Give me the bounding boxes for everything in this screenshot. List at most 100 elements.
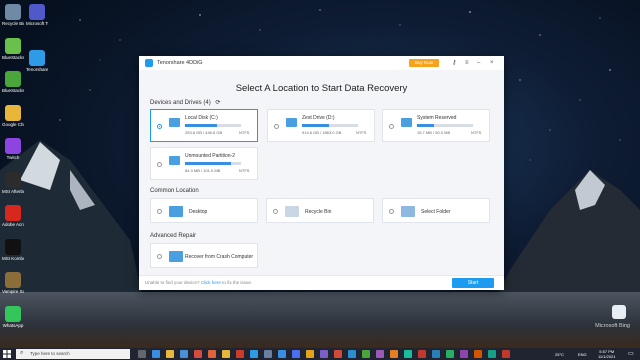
4ddig-icon — [29, 50, 45, 66]
menu-icon[interactable]: ≡ — [465, 59, 469, 67]
key-icon[interactable]: ⚷ — [452, 59, 456, 67]
minimize-icon[interactable]: – — [477, 59, 480, 67]
app-icon-5[interactable] — [292, 350, 300, 358]
app-icon-6[interactable] — [306, 350, 314, 358]
app-icon-9[interactable] — [348, 350, 356, 358]
hard-drive-icon — [401, 118, 412, 127]
desktop-shortcut[interactable]: MSI Afterburner — [2, 171, 24, 194]
location-radio[interactable] — [273, 209, 278, 214]
app-icon-12[interactable] — [390, 350, 398, 358]
drive-usage-bar — [302, 124, 358, 127]
desktop-shortcut-label: Twitch — [6, 155, 20, 160]
app-icon-7[interactable] — [320, 350, 328, 358]
office-icon[interactable] — [194, 350, 202, 358]
footer: Unable to find your device? Click here t… — [139, 275, 504, 290]
app-icon-20[interactable] — [502, 350, 510, 358]
notification-icon[interactable]: ▭ — [628, 350, 634, 357]
page-title: Select A Location to Start Data Recovery — [235, 83, 408, 94]
location-radio[interactable] — [389, 209, 394, 214]
repair-radio[interactable] — [157, 254, 162, 259]
app-icon-11[interactable] — [376, 350, 384, 358]
drive-name: Unmounted Partition-2 — [185, 153, 236, 159]
app-icon-4[interactable] — [278, 350, 286, 358]
drive-radio[interactable] — [274, 124, 279, 129]
app-icon-3[interactable] — [264, 350, 272, 358]
desktop-shortcut[interactable]: BlueStacks 5 — [2, 37, 24, 60]
app-icon-10[interactable] — [362, 350, 370, 358]
location-name: Recycle Bin — [305, 209, 332, 215]
desktop-shortcut[interactable]: Recycle Bin — [2, 4, 24, 26]
desktop-shortcut-label: Recycle Bin — [2, 21, 24, 26]
desktop-shortcut[interactable]: MSI Kombustor — [2, 238, 24, 261]
app-icon-15[interactable] — [432, 350, 440, 358]
support-assistant-icon[interactable] — [612, 305, 626, 319]
start-button[interactable]: Start — [452, 278, 494, 288]
app-logo-icon — [145, 59, 153, 67]
desktop-shortcut-label: MSI Afterburner — [2, 188, 24, 194]
store-icon[interactable] — [180, 350, 188, 358]
drive-radio[interactable] — [389, 124, 394, 129]
app-icon-17[interactable] — [460, 350, 468, 358]
desktop-shortcut[interactable]: BlueStacks 5 Multi-Insta... — [2, 71, 24, 93]
location-name: Desktop — [189, 209, 208, 215]
weather-temp[interactable]: 25°C — [555, 352, 564, 357]
file-explorer-icon[interactable] — [166, 350, 174, 358]
desktop-shortcut-label: Vampire Survivors — [2, 289, 24, 294]
desktop-shortcut-label: MSI Kombustor — [2, 255, 24, 261]
taskbar-search[interactable]: ⌕ Type here to search — [16, 349, 130, 359]
desktop-shortcut-label: Adobe Acrobat DC — [2, 222, 24, 227]
language-indicator[interactable]: ENG — [578, 352, 587, 357]
common-location-card[interactable]: Select Folder — [382, 198, 490, 223]
app-icon-18[interactable] — [474, 350, 482, 358]
drive-usage-bar — [185, 124, 241, 127]
app-icon-14[interactable] — [418, 350, 426, 358]
crash-computer-icon — [169, 251, 183, 262]
drive-card[interactable]: Zest Drive (D:) 914.6 GB / 1863.0 GB NTFS — [267, 109, 375, 142]
desktop-shortcut[interactable]: Microsoft Teams — [26, 4, 48, 26]
buy-now-button[interactable]: Buy Now — [409, 59, 439, 67]
4ddig-taskbar-icon[interactable] — [250, 350, 258, 358]
drive-usage-fill — [417, 124, 435, 127]
drive-filesystem: NTFS — [239, 168, 250, 173]
app-icon-2[interactable] — [236, 350, 244, 358]
hard-drive-icon — [286, 118, 297, 127]
clock[interactable]: 5:57 PM 11/1/2021 — [598, 349, 616, 359]
fix-issue-link[interactable]: Click here — [201, 280, 221, 285]
location-radio[interactable] — [157, 209, 162, 214]
drive-card[interactable]: Unmounted Partition-2 84.3 MB / 101.0 MB N… — [150, 147, 258, 180]
advanced-repair-card[interactable]: Recover from Crash Computer — [150, 243, 258, 268]
bluestacks-multi-icon — [5, 71, 21, 87]
drive-card[interactable]: Local Disk (C:) 253.6 GB / 446.6 GB NTFS — [150, 109, 258, 142]
desktop-shortcut[interactable]: Twitch — [2, 138, 24, 160]
app-icon-19[interactable] — [488, 350, 496, 358]
desktop-shortcut[interactable]: Google Chrome — [2, 104, 24, 127]
app-icon-1[interactable] — [208, 350, 216, 358]
drive-usage-fill — [302, 124, 330, 127]
drive-size: 84.3 MB / 101.0 MB — [185, 168, 221, 173]
desktop-shortcut[interactable]: Tenorshare 4DDiG — [26, 50, 48, 72]
common-location-card[interactable]: Recycle Bin — [266, 198, 374, 223]
desktop-shortcut-label: WhatsApp — [2, 322, 24, 328]
drive-card[interactable]: System Reserved 15.7 MB / 50.0 MB NTFS — [382, 109, 490, 142]
app-icon-8[interactable] — [334, 350, 342, 358]
drive-radio[interactable] — [157, 162, 162, 167]
drive-radio[interactable] — [157, 124, 162, 129]
hard-drive-icon — [169, 156, 180, 165]
windows-start-icon[interactable] — [3, 350, 11, 358]
desktop-shortcut[interactable]: Vampire Survivors — [2, 272, 24, 294]
common-location-card[interactable]: Desktop — [150, 198, 258, 223]
hard-drive-icon — [169, 118, 180, 127]
task-view-icon[interactable] — [138, 350, 146, 358]
app-icon-16[interactable] — [446, 350, 454, 358]
chrome-taskbar-icon[interactable] — [222, 350, 230, 358]
edge-icon[interactable] — [152, 350, 160, 358]
recycle-bin-icon — [5, 4, 21, 20]
desktop-shortcut[interactable]: Adobe Acrobat DC — [2, 205, 24, 227]
app-icon-13[interactable] — [404, 350, 412, 358]
app-title: Tenorshare 4DDiG — [157, 60, 203, 66]
desktop-shortcut[interactable]: WhatsApp — [2, 305, 24, 328]
close-icon[interactable]: × — [490, 59, 494, 67]
lake — [0, 292, 640, 348]
drive-usage-bar — [185, 162, 241, 165]
refresh-icon[interactable]: ⟳ — [215, 100, 220, 106]
